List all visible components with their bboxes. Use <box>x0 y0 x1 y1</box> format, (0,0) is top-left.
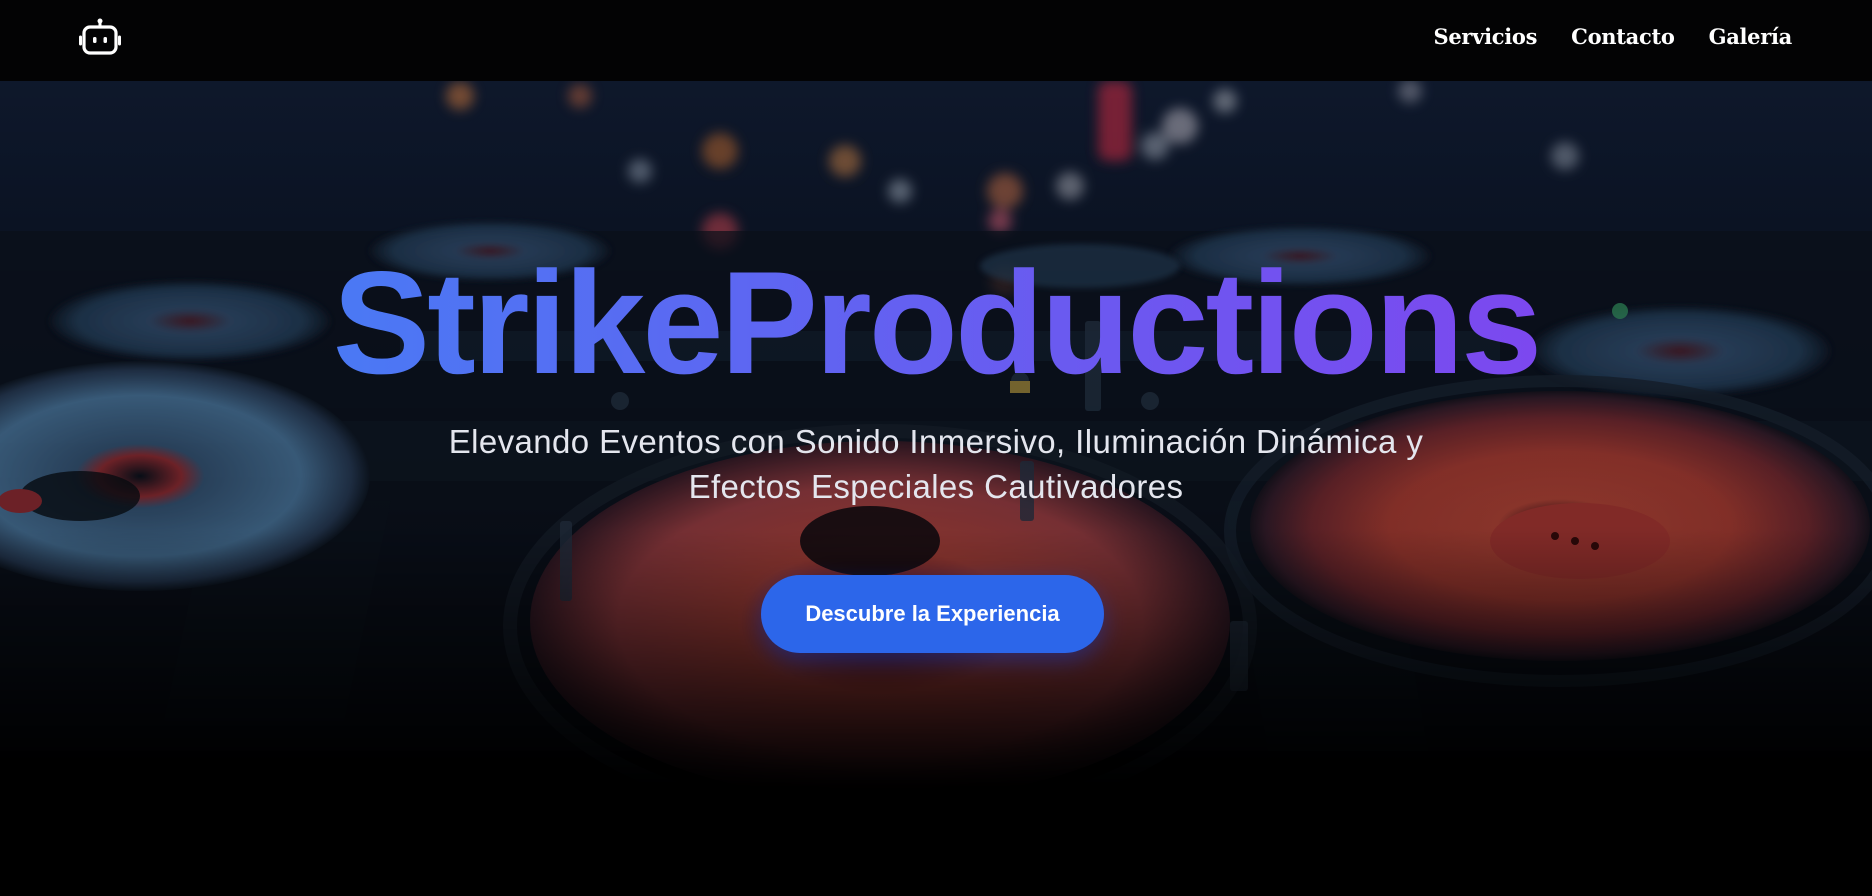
navbar: Servicios Contacto Galería <box>0 0 1872 81</box>
hero-subtitle: Elevando Eventos con Sonido Inmersivo, I… <box>448 423 1424 505</box>
robot-icon[interactable] <box>79 18 121 56</box>
nav-link-servicios[interactable]: Servicios <box>1434 22 1538 52</box>
hero-section: StrikeProductions Elevando Eventos con S… <box>0 81 1872 896</box>
nav-link-contacto[interactable]: Contacto <box>1571 22 1675 52</box>
nav-links: Servicios Contacto Galería <box>1434 22 1793 52</box>
discover-experience-button[interactable]: Descubre la Experiencia <box>761 575 1104 653</box>
nav-link-galeria[interactable]: Galería <box>1709 22 1793 52</box>
hero-title: StrikeProductions <box>332 241 1542 404</box>
